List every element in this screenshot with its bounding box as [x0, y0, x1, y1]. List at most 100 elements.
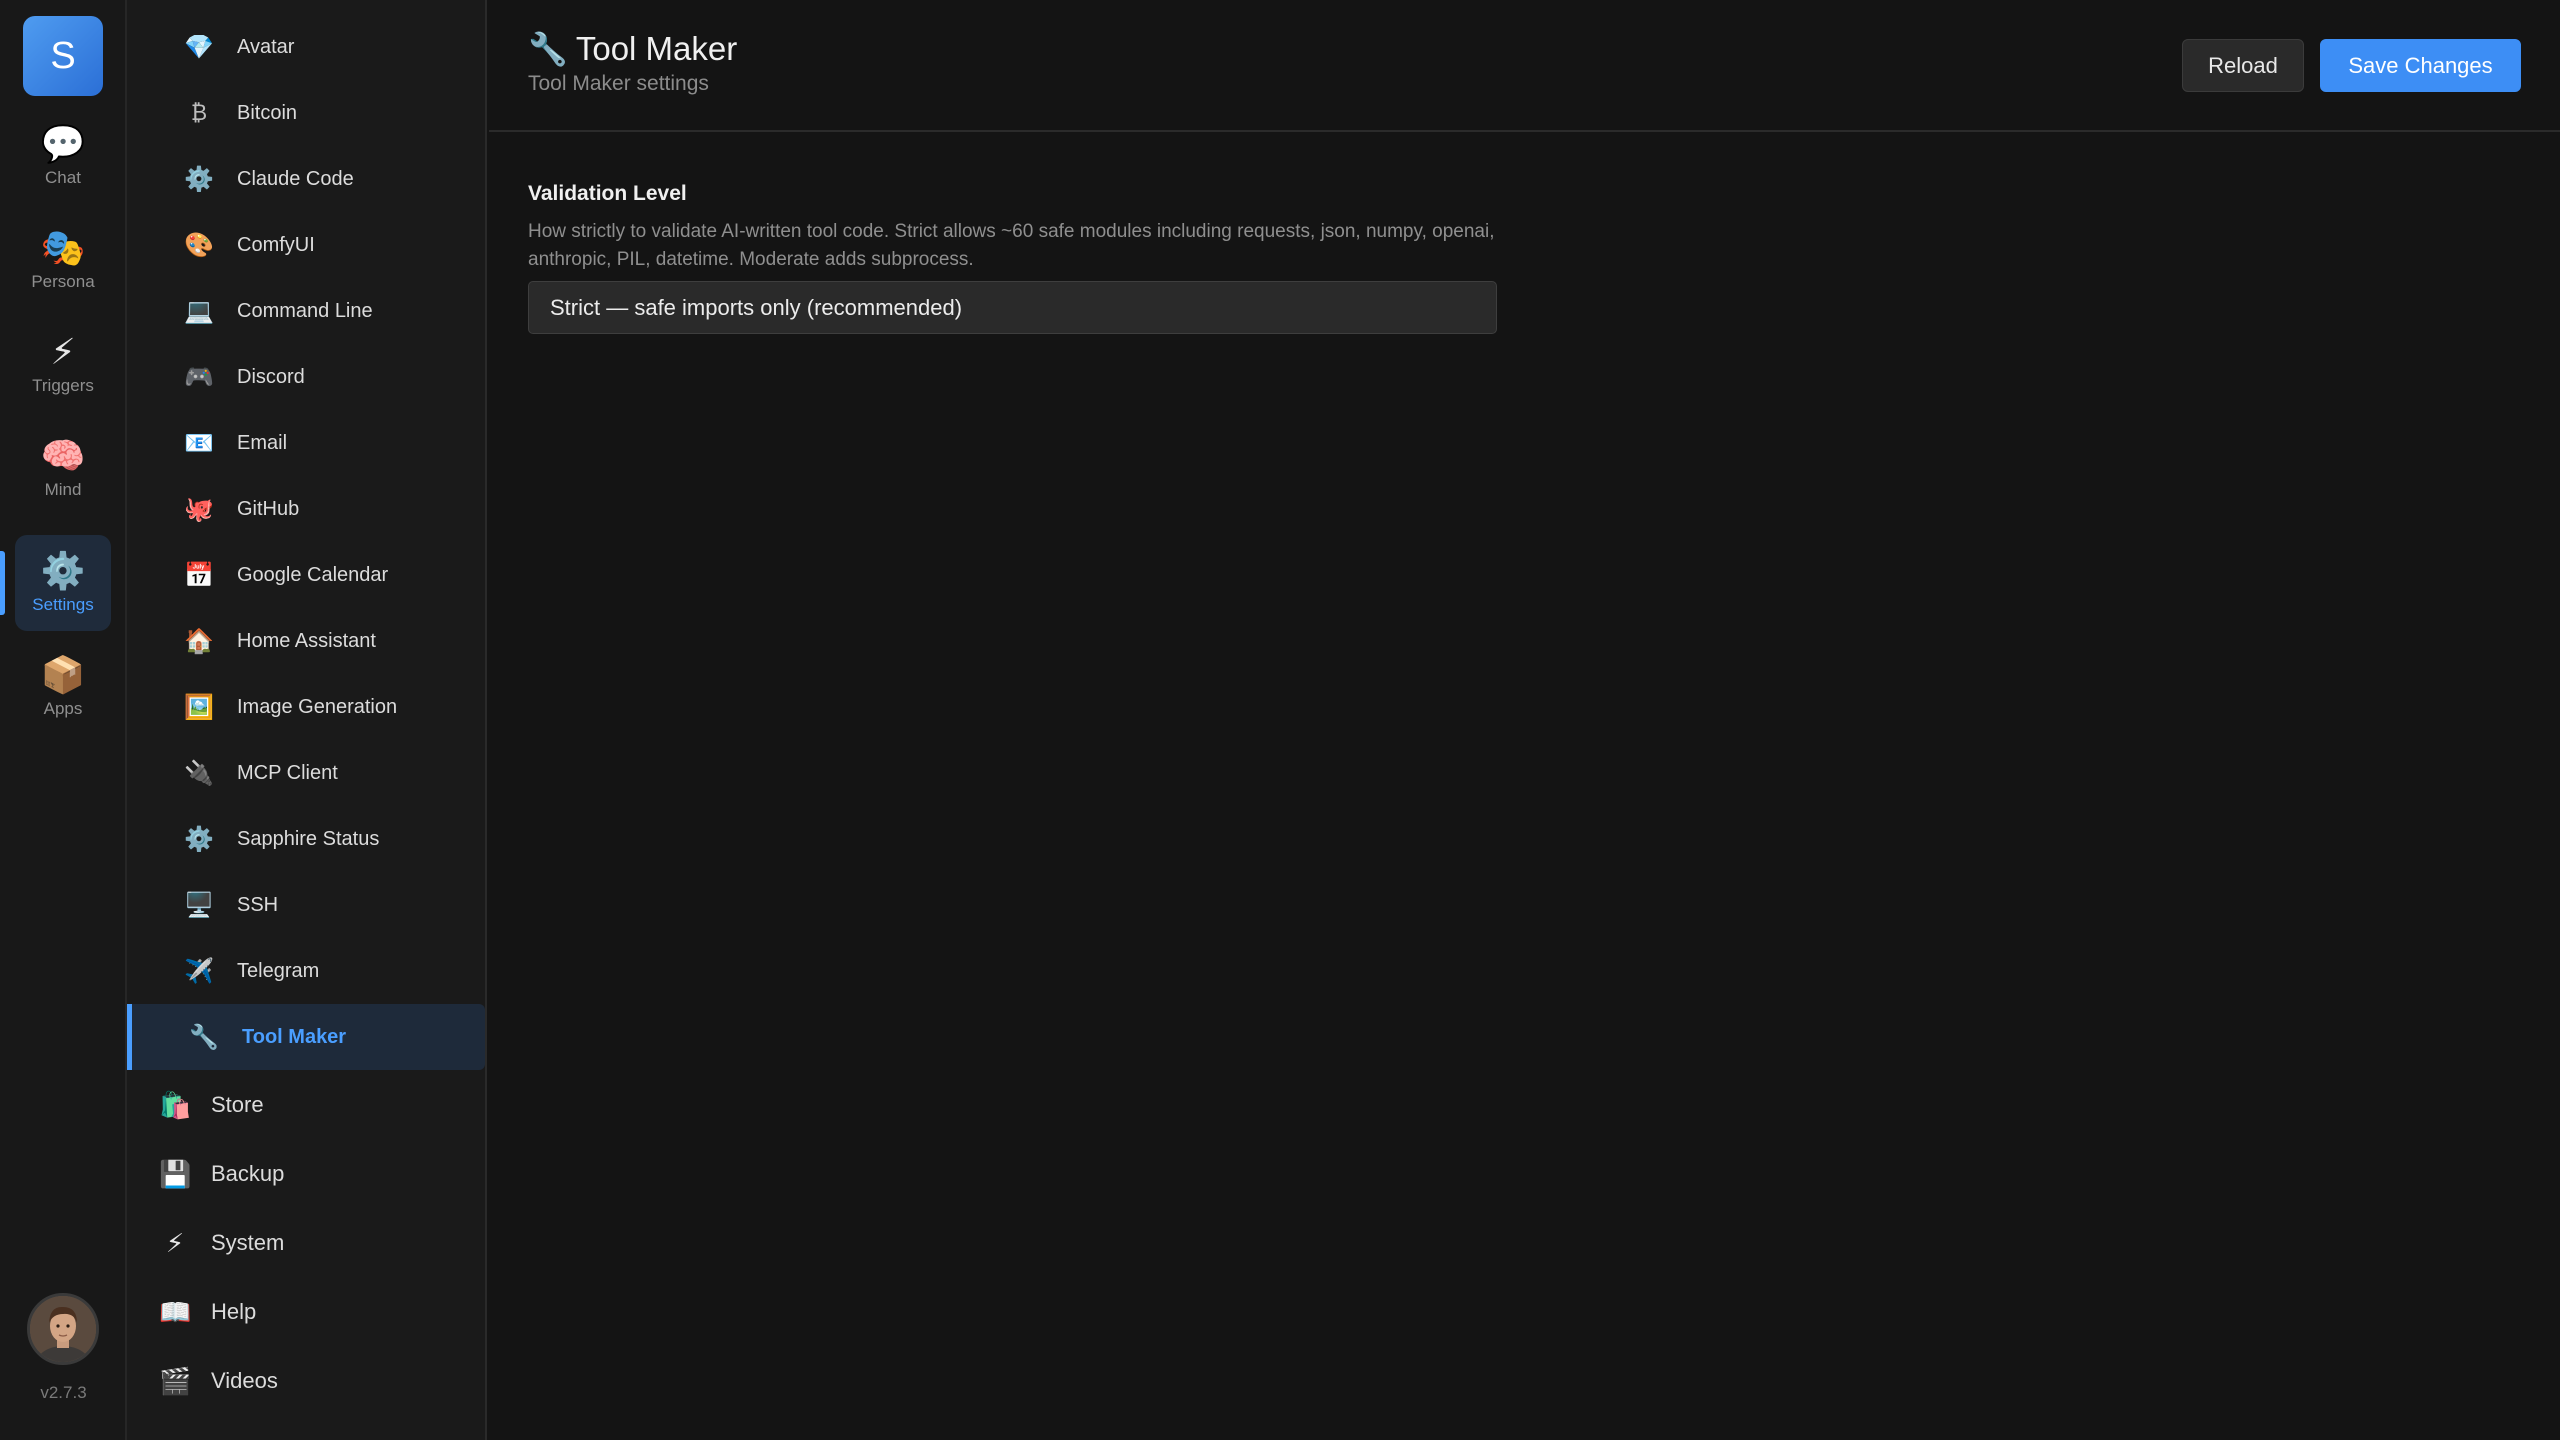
app-logo[interactable]: S — [23, 16, 103, 96]
sidebar-item-home-assistant[interactable]: 🏠 Home Assistant — [127, 608, 485, 674]
save-changes-button[interactable]: Save Changes — [2320, 39, 2521, 92]
book-icon: 📖 — [159, 1296, 192, 1327]
select-value: Strict — safe imports only (recommended) — [550, 294, 963, 320]
airplane-icon: ✈️ — [184, 957, 214, 985]
sidebar-item-label: Sapphire Status — [237, 827, 380, 850]
rail-item-label: Apps — [43, 699, 83, 718]
calendar-icon: 📅 — [184, 561, 214, 589]
sidebar-item-label: Image Generation — [237, 695, 398, 718]
sidebar-item-label: Home Assistant — [237, 629, 376, 652]
sidebar-item-telegram[interactable]: ✈️ Telegram — [127, 938, 485, 1004]
icon-rail: S 💬 Chat 🎭 Persona ⚡ Triggers 🧠 Mind ⚙️ … — [0, 0, 127, 1440]
sidebar-item-mcp-client[interactable]: 🔌 MCP Client — [127, 740, 485, 806]
rail-item-triggers[interactable]: ⚡ Triggers — [15, 316, 111, 412]
sidebar-item-ssh[interactable]: 🖥️ SSH — [127, 872, 485, 938]
gear-icon: ⚙️ — [184, 825, 214, 853]
wrench-icon: 🔧 — [528, 31, 568, 67]
sidebar-item-label: Avatar — [237, 35, 295, 58]
gear-icon: ⚙️ — [40, 550, 86, 591]
sidebar-item-label: Backup — [211, 1161, 285, 1186]
sidebar-item-claude-code[interactable]: ⚙️ Claude Code — [127, 146, 485, 212]
package-icon: 📦 — [40, 654, 86, 695]
sidebar-item-email[interactable]: 📧 Email — [127, 410, 485, 476]
sidebar-item-label: Telegram — [237, 959, 320, 982]
sidebar-item-comfyui[interactable]: 🎨 ComfyUI — [127, 212, 485, 278]
lightning-icon: ⚡ — [165, 1227, 185, 1258]
sidebar-item-avatar[interactable]: 💎 Avatar — [127, 14, 485, 80]
page-subtitle: Tool Maker settings — [528, 72, 709, 95]
reload-button[interactable]: Reload — [2182, 39, 2304, 92]
sidebar-item-system[interactable]: ⚡ System — [127, 1210, 485, 1276]
gem-icon: 💎 — [184, 33, 214, 61]
main-content: 🔧 Tool Maker Tool Maker settings Reload … — [489, 0, 2560, 1440]
chat-icon: 💬 — [40, 123, 86, 164]
octopus-icon: 🐙 — [184, 495, 214, 523]
lightning-icon: ⚡ — [50, 331, 76, 372]
sidebar-item-label: System — [211, 1230, 285, 1255]
shopping-bags-icon: 🛍️ — [159, 1089, 192, 1120]
page-title-text: Tool Maker — [575, 30, 738, 67]
persona-icon: 🎭 — [40, 227, 86, 268]
sidebar-item-label: Store — [211, 1092, 264, 1117]
sidebar-item-backup[interactable]: 💾 Backup — [127, 1141, 485, 1207]
palette-icon: 🎨 — [184, 231, 214, 259]
field-description: How strictly to validate AI-written tool… — [528, 221, 1495, 270]
avatar[interactable] — [27, 1293, 99, 1365]
clapper-icon: 🎬 — [159, 1365, 192, 1396]
sidebar-item-label: Videos — [211, 1368, 278, 1393]
sidebar-item-label: Help — [211, 1299, 257, 1324]
email-icon: 📧 — [184, 429, 214, 457]
rail-item-persona[interactable]: 🎭 Persona — [15, 212, 111, 308]
sidebar-item-discord[interactable]: 🎮 Discord — [127, 344, 485, 410]
rail-item-label: Settings — [32, 595, 94, 614]
sidebar-item-label: MCP Client — [237, 761, 338, 784]
sidebar-item-command-line[interactable]: 💻 Command Line — [127, 278, 485, 344]
page-title: 🔧 Tool Maker — [528, 30, 737, 68]
field-label: Validation Level — [528, 182, 687, 205]
sidebar-item-image-generation[interactable]: 🖼️ Image Generation — [127, 674, 485, 740]
rail-item-apps[interactable]: 📦 Apps — [15, 639, 111, 735]
page-header: 🔧 Tool Maker Tool Maker settings Reload … — [489, 0, 2560, 132]
rail-item-label: Persona — [31, 272, 95, 291]
rail-active-indicator — [0, 551, 5, 615]
sidebar-item-label: ComfyUI — [237, 233, 315, 256]
sidebar-item-bitcoin[interactable]: ₿ Bitcoin — [127, 80, 485, 146]
rail-item-label: Mind — [44, 480, 82, 499]
wrench-icon: 🔧 — [189, 1023, 219, 1051]
picture-icon: 🖼️ — [184, 693, 214, 721]
sidebar-item-label: Discord — [237, 365, 305, 388]
sidebar-item-label: Command Line — [237, 299, 373, 322]
sidebar-item-label: SSH — [237, 893, 279, 916]
sidebar-item-label: Claude Code — [237, 167, 354, 190]
sidebar-item-help[interactable]: 📖 Help — [127, 1279, 485, 1345]
sidebar-item-tool-maker[interactable]: 🔧 Tool Maker — [127, 1004, 485, 1070]
sidebar-item-label: GitHub — [237, 497, 300, 520]
user-portrait-icon — [30, 1296, 96, 1362]
rail-item-label: Chat — [45, 168, 81, 187]
sidebar-item-label: Bitcoin — [237, 101, 298, 124]
house-icon: 🏠 — [184, 627, 214, 655]
sidebar-item-store[interactable]: 🛍️ Store — [127, 1072, 485, 1138]
sidebar-item-label: Google Calendar — [237, 563, 389, 586]
sidebar-item-label: Tool Maker — [242, 1025, 347, 1048]
gear-icon: ⚙️ — [184, 165, 214, 193]
sidebar-item-google-calendar[interactable]: 📅 Google Calendar — [127, 542, 485, 608]
sidebar-item-videos[interactable]: 🎬 Videos — [127, 1348, 485, 1414]
plug-icon: 🔌 — [184, 759, 214, 787]
brain-icon: 🧠 — [40, 435, 86, 476]
settings-sidebar: 💎 Avatar ₿ Bitcoin ⚙️ Claude Code 🎨 Comf… — [127, 0, 487, 1440]
bitcoin-icon: ₿ — [190, 100, 208, 125]
desktop-icon: 🖥️ — [184, 891, 214, 919]
validation-level-select[interactable]: Strict — safe imports only (recommended) — [528, 281, 1497, 334]
sidebar-item-sapphire-status[interactable]: ⚙️ Sapphire Status — [127, 806, 485, 872]
rail-item-settings[interactable]: ⚙️ Settings — [15, 535, 111, 631]
rail-item-chat[interactable]: 💬 Chat — [15, 108, 111, 204]
laptop-icon: 💻 — [184, 297, 214, 325]
gamepad-icon: 🎮 — [184, 363, 214, 391]
app-window: S 💬 Chat 🎭 Persona ⚡ Triggers 🧠 Mind ⚙️ … — [0, 0, 2560, 1440]
rail-item-mind[interactable]: 🧠 Mind — [15, 420, 111, 516]
version-label: v2.7.3 — [40, 1383, 87, 1402]
sidebar-item-label: Email — [237, 431, 288, 454]
floppy-disk-icon: 💾 — [159, 1158, 192, 1189]
sidebar-item-github[interactable]: 🐙 GitHub — [127, 476, 485, 542]
